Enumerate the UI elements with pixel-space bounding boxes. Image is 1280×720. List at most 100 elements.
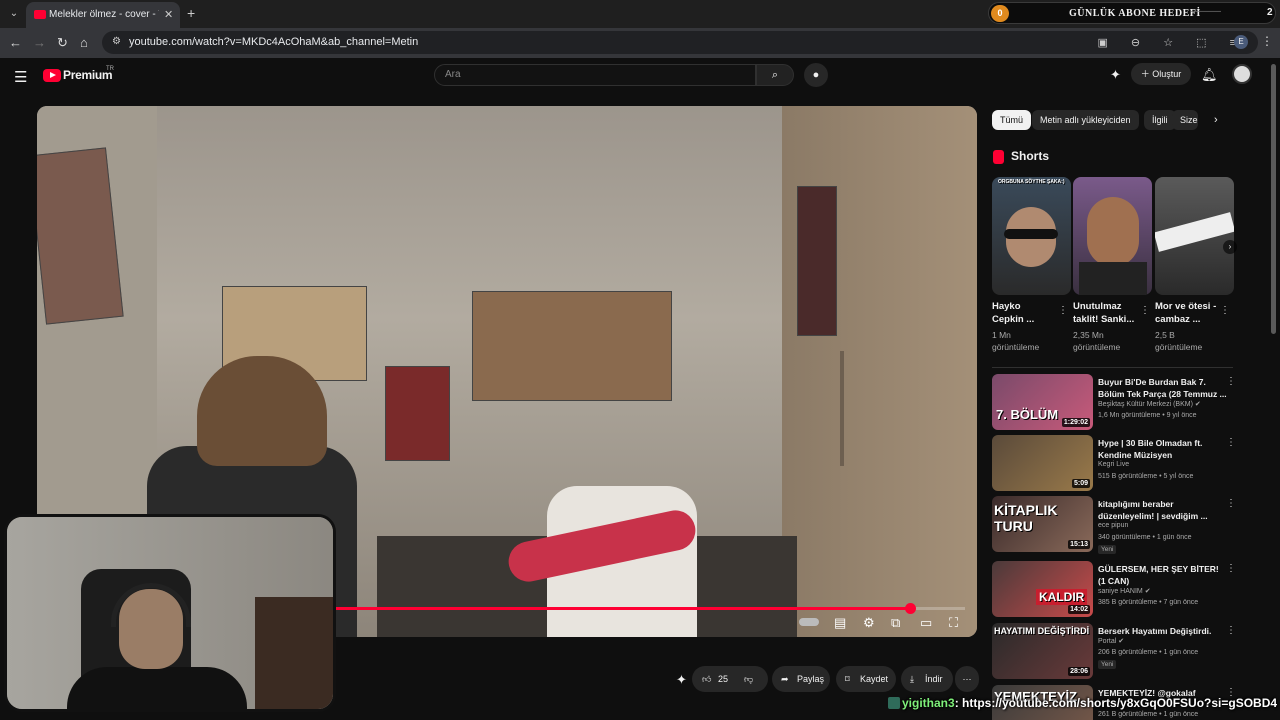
thumbnail-text: KİTAPLIK TURU: [994, 502, 1058, 534]
short-title[interactable]: Unutulmaz taklit! Sanki...: [1073, 300, 1135, 326]
video-title[interactable]: Berserk Hayatımı Değiştirdi.: [1098, 625, 1228, 637]
more-options-icon[interactable]: ⋮: [1140, 305, 1150, 316]
fullscreen-icon[interactable]: ⛶: [949, 615, 958, 631]
theater-mode-icon[interactable]: ▭: [920, 615, 932, 631]
video-title[interactable]: kitaplığımı beraber düzenleyelim! | sevd…: [1098, 498, 1228, 522]
more-options-icon[interactable]: ⋮: [1220, 305, 1230, 316]
video-thumbnail[interactable]: HAYATIMI DEĞİŞTİRDİ 28:06: [992, 623, 1093, 679]
chip-uploader[interactable]: Metin adlı yükleyiciden: [1032, 110, 1139, 130]
chevron-right-icon[interactable]: ›: [1214, 114, 1218, 126]
reload-icon[interactable]: ↻: [57, 35, 68, 51]
chip-for-you[interactable]: Size ö: [1172, 110, 1198, 130]
video-title[interactable]: GÜLERSEM, HER ŞEY BİTER! (1 CAN): [1098, 563, 1228, 587]
home-icon[interactable]: ⌂: [80, 35, 88, 50]
short-title[interactable]: Mor ve ötesi - cambaz ...: [1155, 300, 1217, 326]
address-bar-actions[interactable]: ▣ ⊖ ☆ ⬚ ≡: [1097, 36, 1246, 49]
profile-avatar[interactable]: E: [1234, 35, 1248, 49]
channel-name[interactable]: Kegri Live: [1098, 461, 1129, 468]
webcam-bookshelf: [255, 597, 333, 709]
progress-dash-icon: ———: [1191, 6, 1221, 17]
site-info-icon[interactable]: ⚙: [112, 36, 121, 47]
miniplayer-icon[interactable]: ⧉: [891, 615, 900, 631]
new-badge: Yeni: [1098, 545, 1117, 554]
download-button[interactable]: ⤓ İndir: [901, 666, 953, 692]
thumbnail-text: HAYATIMI DEĞİŞTİRDİ: [994, 626, 1090, 636]
video-thumbnail[interactable]: KALDIR 14:02: [992, 561, 1093, 617]
autoplay-toggle[interactable]: [799, 618, 819, 626]
video-title[interactable]: Hype | 30 Bile Olmadan ft. Kendine Müzis…: [1098, 437, 1228, 461]
divider: [992, 367, 1233, 368]
verified-icon: ✔: [1118, 638, 1125, 645]
search-input[interactable]: Ara: [434, 64, 756, 86]
video-title[interactable]: Buyur Bi'De Burdan Bak 7. Bölüm Tek Parç…: [1098, 376, 1228, 400]
back-icon[interactable]: ←: [9, 35, 22, 50]
more-options-icon[interactable]: ⋮: [1226, 376, 1236, 387]
short-views: 2,35 Mn görüntüleme: [1073, 330, 1121, 352]
list-item[interactable]: KİTAPLIK TURU 15:13 kitaplığımı beraber …: [992, 496, 1242, 554]
settings-icon[interactable]: ⚙: [863, 615, 875, 631]
chip-all[interactable]: Tümü: [992, 110, 1032, 130]
save-label: Kaydet: [860, 674, 889, 684]
video-meta: 515 B görüntüleme • 5 yıl önce: [1098, 473, 1194, 480]
menu-icon[interactable]: ☰: [14, 68, 27, 86]
list-item[interactable]: KALDIR 14:02 GÜLERSEM, HER ŞEY BİTER! (1…: [992, 561, 1242, 619]
youtube-logo-icon[interactable]: [43, 69, 61, 82]
page-scrollbar[interactable]: [1271, 64, 1276, 334]
short-thumbnail[interactable]: [1155, 177, 1234, 295]
more-options-icon[interactable]: ⋮: [1226, 625, 1236, 636]
browser-menu-icon[interactable]: ⋮: [1261, 34, 1273, 48]
channel-name[interactable]: Beşiktaş Kültür Merkezi (BKM) ✔: [1098, 400, 1201, 408]
notification-icon[interactable]: 🔔︎: [1201, 67, 1218, 83]
youtube-header: ☰ Premium TR Ara ⌕ ● ✦ ＋ Oluştur 🔔︎: [0, 58, 1280, 98]
save-button[interactable]: ⌑ Kaydet: [836, 666, 896, 692]
like-icon[interactable]: 👍︎: [702, 666, 711, 692]
share-button[interactable]: ➦ Paylaş: [772, 666, 830, 692]
like-count[interactable]: 25: [718, 666, 728, 692]
video-duration: 5:09: [1071, 479, 1090, 488]
new-tab-icon[interactable]: +: [187, 5, 195, 21]
channel-name[interactable]: ece pipun: [1098, 522, 1128, 529]
account-avatar[interactable]: [1232, 64, 1252, 84]
subtitles-icon[interactable]: ▤: [834, 615, 846, 631]
search-icon[interactable]: ⌕: [756, 64, 794, 86]
video-meta: 206 B görüntüleme • 1 gün önce: [1098, 649, 1199, 656]
share-icon: ➦: [781, 674, 789, 684]
premium-star-icon-small[interactable]: ✦: [676, 672, 687, 688]
video-thumbnail[interactable]: 7. BÖLÜM 1:29:02: [992, 374, 1093, 430]
browser-tab-strip: ⌄ Melekler ölmez - cover - YouTube ✕ + 0…: [0, 0, 1280, 28]
chat-username: yigithan3: [902, 696, 955, 710]
short-title[interactable]: Hayko Cepkin ...: [992, 300, 1054, 326]
list-item[interactable]: HAYATIMI DEĞİŞTİRDİ 28:06 Berserk Hayatı…: [992, 623, 1242, 681]
chevron-right-icon[interactable]: ›: [1223, 240, 1237, 254]
channel-name[interactable]: Portal ✔: [1098, 637, 1124, 645]
close-icon[interactable]: ✕: [164, 8, 173, 21]
channel-name[interactable]: saniye HANIM ✔: [1098, 587, 1151, 595]
create-button[interactable]: ＋ Oluştur: [1131, 63, 1191, 85]
video-thumbnail[interactable]: KİTAPLIK TURU 15:13: [992, 496, 1093, 552]
short-thumbnail[interactable]: [1073, 177, 1152, 295]
more-options-icon[interactable]: ⋮: [1226, 563, 1236, 574]
chip-related[interactable]: İlgili: [1144, 110, 1176, 130]
channel-name-text: Portal: [1098, 638, 1117, 645]
forward-icon[interactable]: →: [33, 35, 46, 50]
short-sunglasses: [1004, 229, 1058, 239]
more-actions-icon[interactable]: ⋯: [955, 666, 979, 692]
dislike-icon[interactable]: 👎︎: [744, 666, 753, 692]
video-thumbnail[interactable]: 5:09: [992, 435, 1093, 491]
browser-tab[interactable]: Melekler ölmez - cover - YouTube ✕: [26, 2, 180, 28]
address-bar[interactable]: ⚙ youtube.com/watch?v=MKDc4AcOhaM&ab_cha…: [102, 31, 1258, 54]
brand-name[interactable]: Premium: [63, 68, 113, 82]
short-thumbnail[interactable]: ORGBUNA SÖYTHE ŞAKA:): [992, 177, 1071, 295]
premium-star-icon[interactable]: ✦: [1110, 67, 1121, 83]
tab-search-icon[interactable]: ⌄: [5, 5, 23, 23]
poster-school-of-athens: [472, 291, 672, 401]
list-item[interactable]: 7. BÖLÜM 1:29:02 Buyur Bi'De Burdan Bak …: [992, 374, 1242, 432]
more-options-icon[interactable]: ⋮: [1226, 498, 1236, 509]
more-options-icon[interactable]: ⋮: [1226, 437, 1236, 448]
list-item[interactable]: 5:09 Hype | 30 Bile Olmadan ft. Kendine …: [992, 435, 1242, 493]
mic-icon[interactable]: ●: [804, 63, 828, 87]
more-options-icon[interactable]: ⋮: [1058, 305, 1068, 316]
subscriber-goal-widget: 0 GÜNLÜK ABONE HEDEFİ ——— 2: [988, 2, 1276, 24]
video-meta: 340 görüntüleme • 1 gün önce: [1098, 534, 1192, 541]
progress-scrubber[interactable]: [905, 603, 917, 614]
